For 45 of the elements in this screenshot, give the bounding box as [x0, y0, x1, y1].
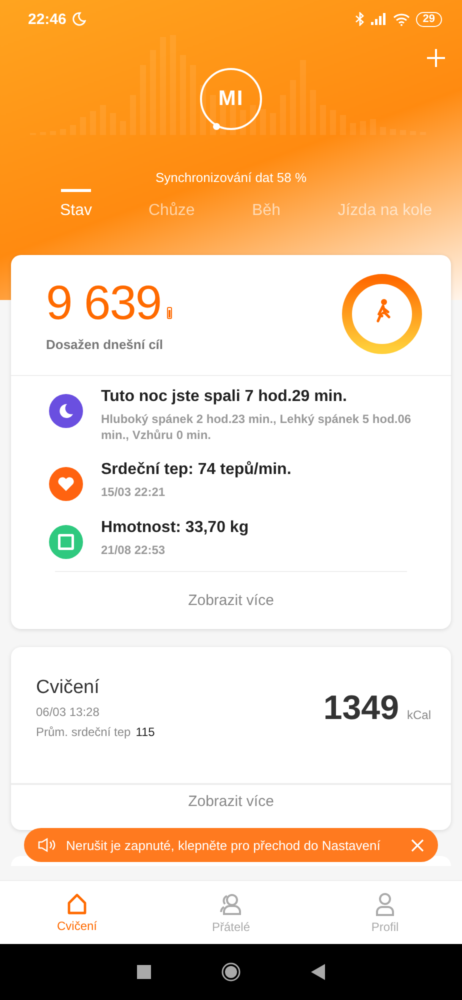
moon-icon [72, 12, 86, 26]
clock-time: 22:46 [28, 10, 66, 28]
metric-detail: Hluboký spánek 2 hod.23 min., Lehký spánek 5 hod.06 min., Vzhůru 0 min. [101, 411, 412, 443]
person-icon [374, 892, 396, 916]
step-count: 9 639 [46, 276, 162, 331]
toast-message: Nerušit je zapnuté, klepněte pro přechod do Nastavení [66, 838, 382, 852]
scale-icon [57, 533, 75, 551]
heart-icon [57, 476, 75, 492]
plus-icon[interactable] [426, 48, 446, 68]
metric-detail: 21/08 22:53 [101, 542, 166, 558]
people-icon [219, 892, 243, 916]
calorie-unit: kCal [406, 708, 431, 722]
walking-icon [376, 299, 390, 322]
workout-date: 06/03 13:28 [36, 705, 100, 719]
metric-title: Tuto noc jste spali 7 hod.29 min. [101, 388, 348, 406]
activity-tab[interactable]: Jízda na kole [338, 189, 432, 220]
close-icon[interactable] [411, 838, 424, 852]
home-button-icon[interactable] [221, 962, 241, 982]
notification-toast[interactable]: Nerušit je zapnuté, klepněte pro přechod do Nastavení [24, 828, 438, 862]
battery-indicator: 29 [416, 12, 442, 26]
nav-tab[interactable]: Cvičení [27, 881, 127, 944]
speaker-icon [38, 838, 56, 852]
activity-tab[interactable]: Chůze [148, 189, 195, 220]
bluetooth-icon [354, 12, 365, 26]
avg-heart-rate: Prům. srdeční tep 115 [36, 725, 155, 739]
calorie-value: 1349 [323, 689, 399, 728]
signal-icon [370, 13, 387, 25]
goal-status: Dosažen dnešní cíl [46, 337, 164, 352]
metric-detail: 15/03 22:21 [101, 484, 166, 500]
nav-tab[interactable]: Přátelé [181, 881, 281, 944]
metric-title: Hmotnost: 33,70 kg [101, 519, 249, 537]
home-icon [66, 892, 88, 914]
workout-title: Cvičení [36, 677, 100, 699]
battery-icon [167, 307, 172, 319]
sync-progress-dot [212, 122, 220, 130]
activity-tab[interactable]: Stav [60, 189, 92, 220]
sync-logo: MI [200, 68, 262, 130]
nav-tab[interactable]: Profil [335, 881, 435, 944]
show-more-link[interactable]: Zobrazit více [55, 571, 407, 629]
activity-tab[interactable]: Běh [251, 189, 282, 220]
moon-icon [57, 402, 75, 420]
sync-status: Synchronizování dat 58 % [154, 170, 308, 185]
wifi-icon [392, 12, 410, 26]
metric-title: Srdeční tep: 74 tepů/min. [101, 461, 292, 479]
back-icon[interactable] [311, 964, 325, 980]
